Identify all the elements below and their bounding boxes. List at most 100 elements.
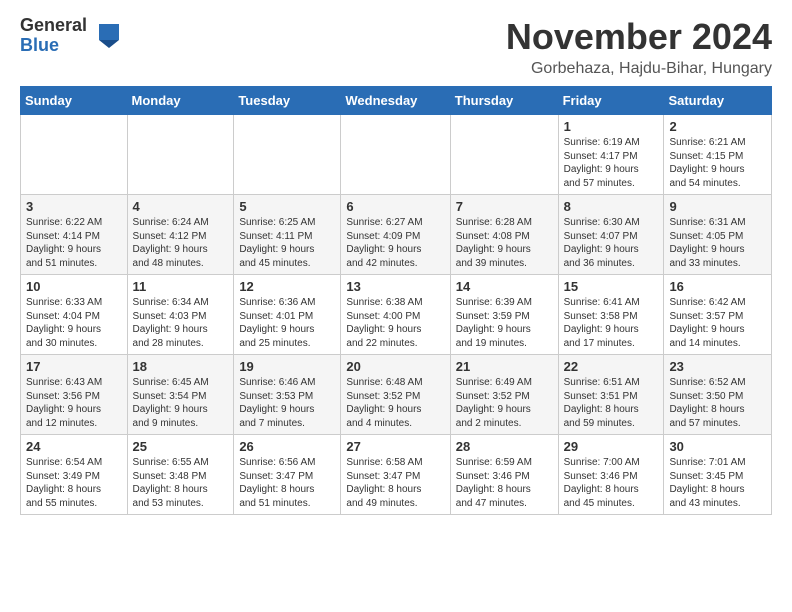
day-number: 19 [239, 359, 335, 374]
day-info: Sunrise: 6:33 AM Sunset: 4:04 PM Dayligh… [26, 296, 122, 350]
day-number: 22 [564, 359, 659, 374]
day-number: 4 [133, 199, 229, 214]
calendar-cell: 6 Sunrise: 6:27 AM Sunset: 4:09 PM Daylig… [341, 195, 450, 275]
day-number: 12 [239, 279, 335, 294]
calendar-cell: 10 Sunrise: 6:33 AM Sunset: 4:04 PM Dayli… [21, 275, 128, 355]
calendar-header-row: SundayMondayTuesdayWednesdayThursdayFrid… [21, 87, 772, 115]
calendar-table: SundayMondayTuesdayWednesdayThursdayFrid… [20, 86, 772, 515]
day-number: 26 [239, 439, 335, 454]
day-info: Sunrise: 6:55 AM Sunset: 3:48 PM Dayligh… [133, 456, 229, 510]
day-number: 17 [26, 359, 122, 374]
day-number: 24 [26, 439, 122, 454]
day-number: 27 [346, 439, 444, 454]
day-info: Sunrise: 6:49 AM Sunset: 3:52 PM Dayligh… [456, 376, 553, 430]
calendar-cell: 11 Sunrise: 6:34 AM Sunset: 4:03 PM Dayli… [127, 275, 234, 355]
day-info: Sunrise: 6:27 AM Sunset: 4:09 PM Dayligh… [346, 216, 444, 270]
day-info: Sunrise: 6:56 AM Sunset: 3:47 PM Dayligh… [239, 456, 335, 510]
calendar-cell: 30Sunrise: 7:01 AM Sunset: 3:45 PM Dayli… [664, 435, 772, 515]
day-number: 29 [564, 439, 659, 454]
calendar-cell [127, 115, 234, 195]
logo-general: General [20, 16, 87, 36]
day-number: 18 [133, 359, 229, 374]
day-info: Sunrise: 6:42 AM Sunset: 3:57 PM Dayligh… [669, 296, 766, 350]
day-number: 3 [26, 199, 122, 214]
weekday-header-saturday: Saturday [664, 87, 772, 115]
day-info: Sunrise: 6:34 AM Sunset: 4:03 PM Dayligh… [133, 296, 229, 350]
calendar-cell: 22Sunrise: 6:51 AM Sunset: 3:51 PM Dayli… [558, 355, 664, 435]
day-number: 9 [669, 199, 766, 214]
calendar-cell: 14 Sunrise: 6:39 AM Sunset: 3:59 PM Dayli… [450, 275, 558, 355]
weekday-header-tuesday: Tuesday [234, 87, 341, 115]
calendar-cell: 15 Sunrise: 6:41 AM Sunset: 3:58 PM Dayli… [558, 275, 664, 355]
calendar-cell: 3 Sunrise: 6:22 AM Sunset: 4:14 PM Daylig… [21, 195, 128, 275]
day-number: 7 [456, 199, 553, 214]
day-number: 20 [346, 359, 444, 374]
day-number: 16 [669, 279, 766, 294]
day-number: 25 [133, 439, 229, 454]
page: General Blue November 2024 Gorbehaza, Ha… [0, 0, 792, 531]
day-info: Sunrise: 6:31 AM Sunset: 4:05 PM Dayligh… [669, 216, 766, 270]
logo-text: General Blue [20, 16, 87, 56]
day-number: 11 [133, 279, 229, 294]
day-number: 15 [564, 279, 659, 294]
day-info: Sunrise: 6:21 AM Sunset: 4:15 PM Dayligh… [669, 136, 766, 190]
calendar-cell: 18 Sunrise: 6:45 AM Sunset: 3:54 PM Dayli… [127, 355, 234, 435]
calendar-cell: 4Sunrise: 6:24 AM Sunset: 4:12 PM Daylig… [127, 195, 234, 275]
calendar-cell: 29 Sunrise: 7:00 AM Sunset: 3:46 PM Dayli… [558, 435, 664, 515]
day-number: 21 [456, 359, 553, 374]
day-number: 8 [564, 199, 659, 214]
weekday-header-thursday: Thursday [450, 87, 558, 115]
day-info: Sunrise: 6:41 AM Sunset: 3:58 PM Dayligh… [564, 296, 659, 350]
calendar-week-3: 10 Sunrise: 6:33 AM Sunset: 4:04 PM Dayli… [21, 275, 772, 355]
calendar-week-2: 3 Sunrise: 6:22 AM Sunset: 4:14 PM Daylig… [21, 195, 772, 275]
calendar-cell: 1 Sunrise: 6:19 AM Sunset: 4:17 PM Daylig… [558, 115, 664, 195]
calendar-week-4: 17Sunrise: 6:43 AM Sunset: 3:56 PM Dayli… [21, 355, 772, 435]
day-info: Sunrise: 6:48 AM Sunset: 3:52 PM Dayligh… [346, 376, 444, 430]
day-info: Sunrise: 7:00 AM Sunset: 3:46 PM Dayligh… [564, 456, 659, 510]
calendar-cell: 26 Sunrise: 6:56 AM Sunset: 3:47 PM Dayli… [234, 435, 341, 515]
day-number: 6 [346, 199, 444, 214]
day-number: 28 [456, 439, 553, 454]
calendar-cell: 16 Sunrise: 6:42 AM Sunset: 3:57 PM Dayli… [664, 275, 772, 355]
calendar-cell: 5Sunrise: 6:25 AM Sunset: 4:11 PM Daylig… [234, 195, 341, 275]
day-info: Sunrise: 6:22 AM Sunset: 4:14 PM Dayligh… [26, 216, 122, 270]
day-info: Sunrise: 6:54 AM Sunset: 3:49 PM Dayligh… [26, 456, 122, 510]
day-info: Sunrise: 6:52 AM Sunset: 3:50 PM Dayligh… [669, 376, 766, 430]
weekday-header-wednesday: Wednesday [341, 87, 450, 115]
day-info: Sunrise: 6:30 AM Sunset: 4:07 PM Dayligh… [564, 216, 659, 270]
calendar-cell: 17Sunrise: 6:43 AM Sunset: 3:56 PM Dayli… [21, 355, 128, 435]
day-info: Sunrise: 6:36 AM Sunset: 4:01 PM Dayligh… [239, 296, 335, 350]
logo: General Blue [20, 16, 123, 56]
day-number: 2 [669, 119, 766, 134]
header: General Blue November 2024 Gorbehaza, Ha… [20, 16, 772, 78]
day-info: Sunrise: 6:58 AM Sunset: 3:47 PM Dayligh… [346, 456, 444, 510]
day-info: Sunrise: 6:39 AM Sunset: 3:59 PM Dayligh… [456, 296, 553, 350]
calendar-cell: 27 Sunrise: 6:58 AM Sunset: 3:47 PM Dayli… [341, 435, 450, 515]
calendar-cell: 23Sunrise: 6:52 AM Sunset: 3:50 PM Dayli… [664, 355, 772, 435]
day-number: 14 [456, 279, 553, 294]
calendar-cell: 13 Sunrise: 6:38 AM Sunset: 4:00 PM Dayli… [341, 275, 450, 355]
calendar-cell: 19 Sunrise: 6:46 AM Sunset: 3:53 PM Dayli… [234, 355, 341, 435]
calendar-cell [341, 115, 450, 195]
month-title: November 2024 [506, 16, 772, 58]
calendar-cell: 9 Sunrise: 6:31 AM Sunset: 4:05 PM Daylig… [664, 195, 772, 275]
location: Gorbehaza, Hajdu-Bihar, Hungary [506, 60, 772, 78]
day-info: Sunrise: 6:46 AM Sunset: 3:53 PM Dayligh… [239, 376, 335, 430]
title-block: November 2024 Gorbehaza, Hajdu-Bihar, Hu… [506, 16, 772, 78]
calendar-cell: 24 Sunrise: 6:54 AM Sunset: 3:49 PM Dayli… [21, 435, 128, 515]
day-info: Sunrise: 6:19 AM Sunset: 4:17 PM Dayligh… [564, 136, 659, 190]
calendar-cell: 25 Sunrise: 6:55 AM Sunset: 3:48 PM Dayli… [127, 435, 234, 515]
calendar-cell [21, 115, 128, 195]
weekday-header-monday: Monday [127, 87, 234, 115]
calendar-week-5: 24 Sunrise: 6:54 AM Sunset: 3:49 PM Dayli… [21, 435, 772, 515]
day-number: 30 [669, 439, 766, 454]
weekday-header-friday: Friday [558, 87, 664, 115]
weekday-header-sunday: Sunday [21, 87, 128, 115]
day-number: 1 [564, 119, 659, 134]
day-info: Sunrise: 6:45 AM Sunset: 3:54 PM Dayligh… [133, 376, 229, 430]
logo-blue: Blue [20, 36, 87, 56]
day-number: 13 [346, 279, 444, 294]
day-number: 10 [26, 279, 122, 294]
calendar-cell: 12 Sunrise: 6:36 AM Sunset: 4:01 PM Dayli… [234, 275, 341, 355]
day-info: Sunrise: 6:38 AM Sunset: 4:00 PM Dayligh… [346, 296, 444, 350]
